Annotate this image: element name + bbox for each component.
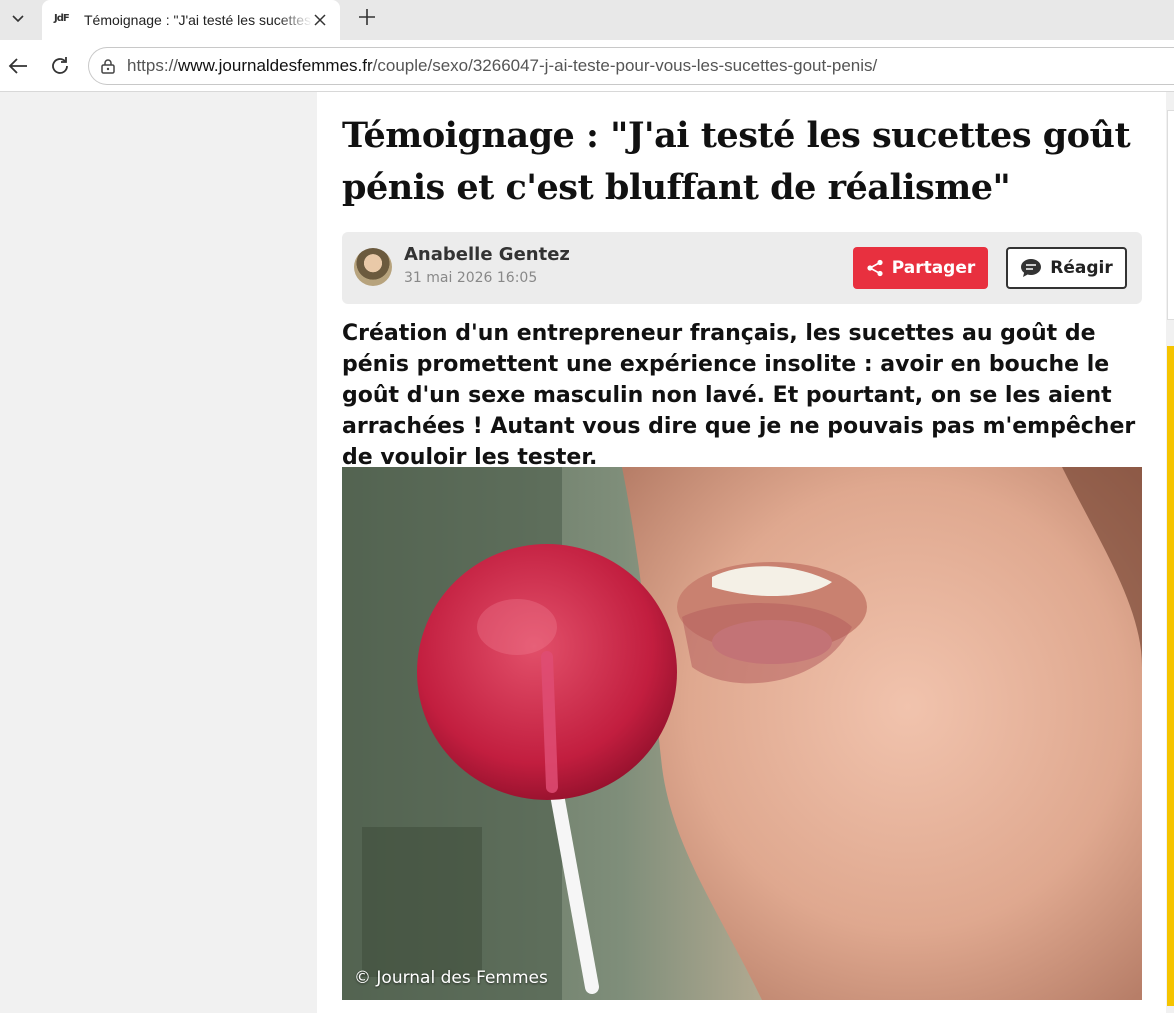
- url-text[interactable]: https://www.journaldesfemmes.fr/couple/s…: [127, 56, 877, 76]
- browser-tab-bar: JdF Témoignage : "J'ai testé les sucette…: [0, 0, 1174, 40]
- article-headline: Témoignage : "J'ai testé les sucettes go…: [342, 115, 1131, 208]
- react-button[interactable]: Réagir: [1006, 247, 1127, 289]
- reload-icon: [52, 57, 68, 74]
- react-button-label: Réagir: [1050, 258, 1113, 278]
- share-button-label: Partager: [891, 258, 976, 278]
- photo-credit: © Journal des Femmes: [354, 968, 548, 988]
- article-lead: Création d'un entrepreneur français, les…: [342, 321, 1136, 470]
- browser-tab-active[interactable]: JdF Témoignage : "J'ai testé les sucette…: [42, 0, 340, 40]
- side-accent-bar: [1167, 346, 1174, 1006]
- url-host: www.journaldesfemmes.fr: [178, 56, 373, 75]
- lollipop-photo-image: [342, 467, 1142, 1000]
- side-widget: [1167, 110, 1174, 320]
- plus-icon: [359, 9, 375, 25]
- publish-date: 31 mai 2026 16:05: [404, 270, 538, 286]
- site-info-lock-icon[interactable]: [99, 57, 117, 75]
- author-box: Anabelle Gentez 31 mai 2026 16:05 Partag…: [342, 232, 1142, 304]
- share-icon: [867, 259, 883, 277]
- comment-icon: [1021, 259, 1042, 277]
- arrow-left-icon: [8, 58, 27, 74]
- url-path: /couple/sexo/3266047-j-ai-teste-pour-vou…: [372, 56, 878, 75]
- author-name[interactable]: Anabelle Gentez: [404, 244, 570, 265]
- close-icon: [314, 14, 326, 26]
- author-avatar[interactable]: [354, 248, 392, 286]
- back-button[interactable]: [4, 52, 32, 80]
- tab-close-button[interactable]: [310, 10, 330, 30]
- browser-toolbar: https://www.journaldesfemmes.fr/couple/s…: [0, 40, 1174, 92]
- chevron-down-icon: [12, 15, 24, 23]
- tab-list-dropdown-button[interactable]: [0, 0, 36, 36]
- new-tab-button[interactable]: [354, 4, 380, 30]
- url-scheme: https://: [127, 56, 179, 75]
- reload-button[interactable]: [46, 52, 74, 80]
- tab-title: Témoignage : "J'ai testé les sucettes go…: [84, 12, 312, 28]
- site-favicon-icon: JdF: [54, 13, 70, 24]
- article-photo[interactable]: © Journal des Femmes: [342, 467, 1142, 1000]
- address-bar[interactable]: https://www.journaldesfemmes.fr/couple/s…: [88, 47, 1174, 85]
- share-button[interactable]: Partager: [853, 247, 988, 289]
